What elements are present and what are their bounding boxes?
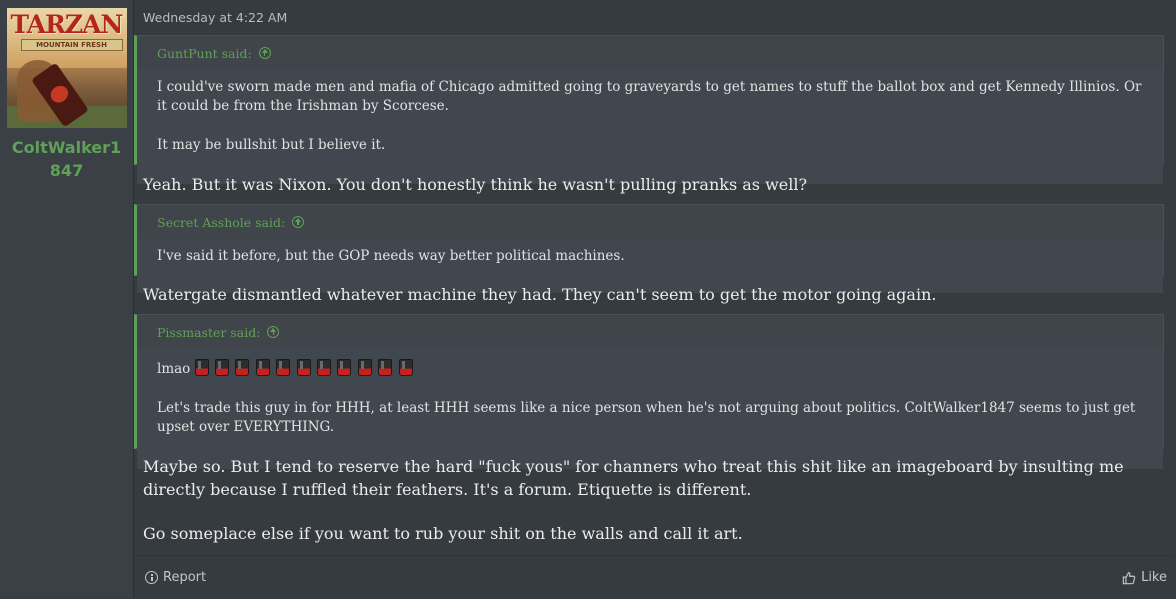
quote-block: Secret Asshole said: I've said it before…: [134, 204, 1164, 293]
beer-can-icon: [337, 359, 352, 376]
avatar-logo: TARZAN: [10, 10, 124, 39]
quote-block: Pissmaster said: lmao Let's trade this g…: [134, 314, 1164, 469]
beer-can-icon: [276, 359, 291, 376]
quote-header[interactable]: Secret Asshole said:: [137, 205, 1163, 239]
quote-author: Pissmaster said:: [157, 324, 261, 340]
beer-can-icon: [378, 359, 393, 376]
forum-post: TARZAN MOUNTAIN FRESH ColtWalker1847 Wed…: [0, 0, 1176, 599]
quote-header[interactable]: GuntPunt said:: [137, 36, 1163, 70]
reply-text: Watergate dismantled whatever machine th…: [143, 283, 936, 306]
reply-text: Yeah. But it was Nixon. You don't honest…: [143, 173, 807, 196]
post-footer: Report Like: [134, 555, 1175, 599]
like-label: Like: [1141, 570, 1167, 585]
report-icon: [145, 571, 158, 584]
quote-content: I could've sworn made men and mafia of C…: [137, 70, 1163, 184]
beer-can-icon: [398, 359, 413, 376]
quote-content: lmao Let's trade this guy in for HHH, at…: [137, 349, 1163, 469]
post-timestamp[interactable]: Wednesday at 4:22 AM: [143, 10, 287, 25]
quote-emoji-line: lmao: [157, 359, 1143, 379]
reply-paragraph: Go someplace else if you want to rub you…: [143, 524, 743, 543]
beer-can-icon: [194, 359, 209, 376]
beer-can-icon: [214, 359, 229, 376]
username-link[interactable]: ColtWalker1847: [7, 136, 127, 182]
quote-header[interactable]: Pissmaster said:: [137, 315, 1163, 349]
jump-to-quote-icon[interactable]: [267, 326, 280, 338]
beer-can-icon: [296, 359, 311, 376]
quote-text: Let's trade this guy in for HHH, at leas…: [157, 400, 1136, 435]
reply-paragraph: Watergate dismantled whatever machine th…: [143, 285, 937, 304]
beer-can-icon: [316, 359, 331, 376]
quote-text: It may be bullshit but I believe it.: [157, 137, 386, 153]
avatar-banner: MOUNTAIN FRESH: [20, 39, 123, 51]
reply-paragraph: Maybe so. But I tend to reserve the hard…: [143, 457, 1124, 499]
quote-block: GuntPunt said: I could've sworn made men…: [134, 35, 1164, 184]
quote-author: Secret Asshole said:: [157, 214, 286, 230]
report-button[interactable]: Report: [145, 570, 206, 585]
thumbs-up-icon: [1122, 571, 1136, 584]
quote-text: I could've sworn made men and mafia of C…: [157, 79, 1142, 114]
quote-author: GuntPunt said:: [157, 45, 252, 61]
reply-text: Maybe so. But I tend to reserve the hard…: [143, 455, 1163, 545]
quote-lead-text: lmao: [157, 361, 191, 377]
emoji-row: [194, 359, 419, 377]
post-body: Wednesday at 4:22 AM GuntPunt said: I co…: [134, 0, 1176, 599]
beer-can-icon: [255, 359, 270, 376]
jump-to-quote-icon[interactable]: [292, 216, 305, 228]
reply-paragraph: Yeah. But it was Nixon. You don't honest…: [143, 175, 808, 194]
beer-can-icon: [235, 359, 250, 376]
like-button[interactable]: Like: [1122, 570, 1167, 585]
jump-to-quote-icon[interactable]: [258, 47, 271, 59]
beer-can-icon: [357, 359, 372, 376]
user-info-panel: TARZAN MOUNTAIN FRESH ColtWalker1847: [0, 0, 134, 598]
avatar[interactable]: TARZAN MOUNTAIN FRESH: [6, 8, 127, 128]
report-label: Report: [163, 570, 207, 585]
quote-text: I've said it before, but the GOP needs w…: [157, 248, 625, 264]
